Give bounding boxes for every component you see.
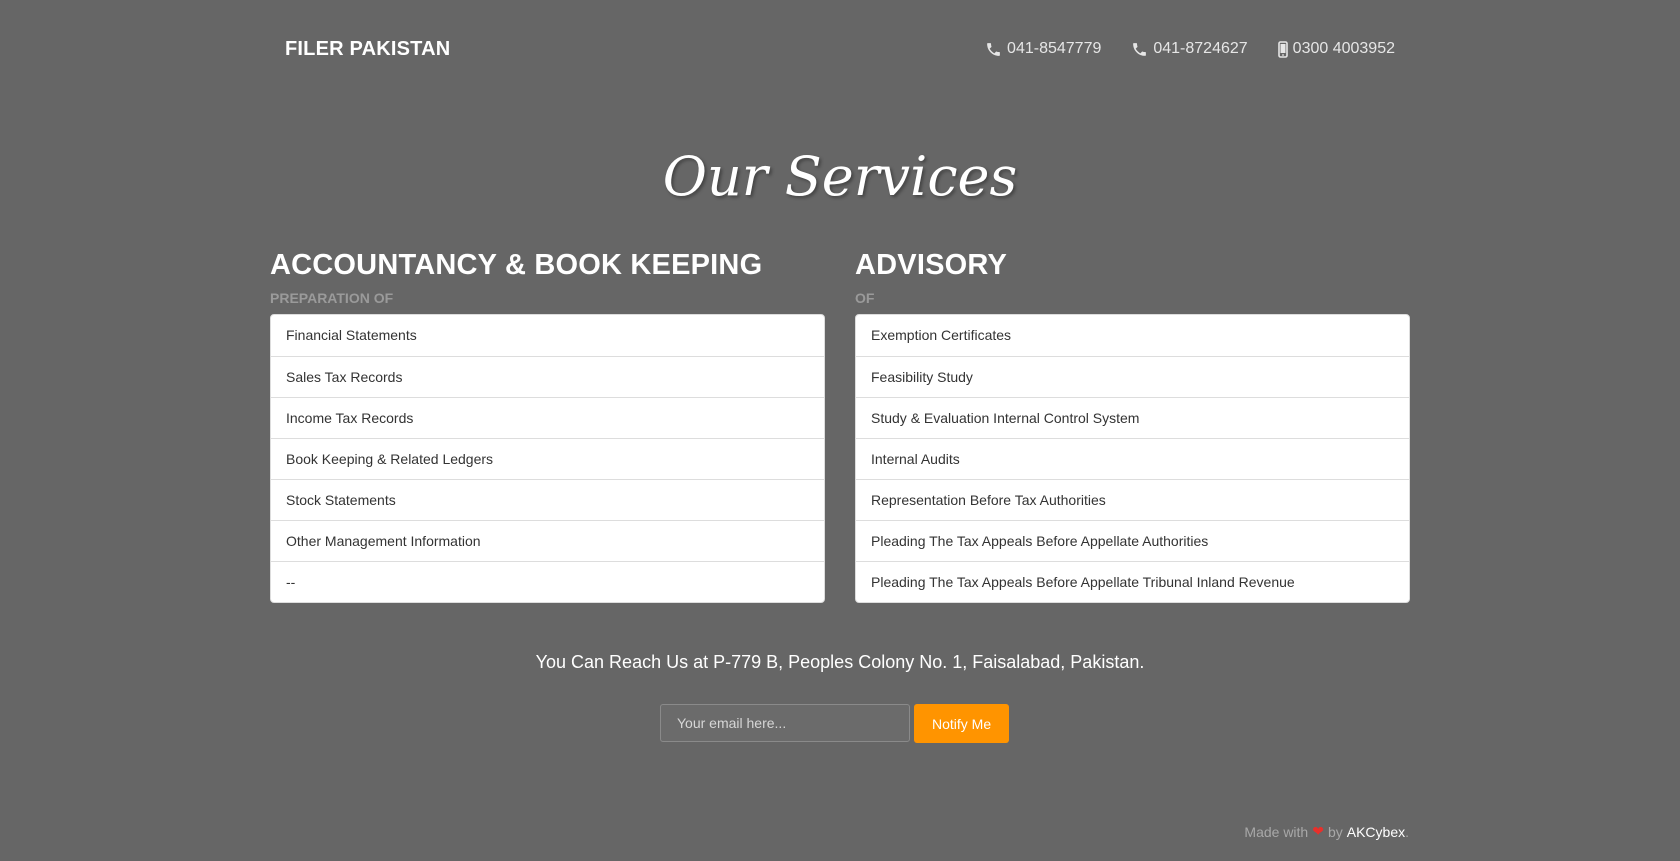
contact-phone-2: 041-8724627 — [1131, 40, 1248, 58]
list-item: Feasibility Study — [856, 356, 1409, 397]
made-with-text: Made with — [1244, 823, 1309, 840]
list-item: Income Tax Records — [271, 397, 824, 438]
section-heading: ACCOUNTANCY & BOOK KEEPING — [270, 249, 763, 281]
mobile-number: 0300 4003952 — [1292, 40, 1395, 57]
list-item: Pleading The Tax Appeals Before Appellat… — [856, 561, 1409, 602]
services-list: Exemption Certificates Feasibility Study… — [855, 314, 1410, 603]
address-text: You Can Reach Us at P-779 B, Peoples Col… — [535, 652, 1145, 672]
email-input[interactable] — [660, 704, 910, 742]
contact-numbers: 041-8547779 041-8724627 0300 4003952 — [985, 40, 1395, 58]
list-item: Financial Statements — [286, 327, 417, 343]
services-list: Financial Statements Sales Tax Records I… — [270, 314, 825, 603]
phone-icon — [987, 42, 1000, 56]
footer-credit: Made with ❤ by AKCybex . — [1244, 823, 1409, 840]
footer-period: . — [1405, 823, 1409, 840]
list-item: Stock Statements — [271, 479, 824, 520]
phone-number: 041-8547779 — [1007, 40, 1102, 57]
page-title: Our Services — [662, 145, 1018, 208]
by-text: by — [1327, 823, 1343, 840]
section-subheading: OF — [855, 290, 875, 306]
contact-mobile: 0300 4003952 — [1277, 40, 1395, 58]
list-item: Book Keeping & Related Ledgers — [271, 438, 824, 479]
section-subheading: PREPARATION OF — [270, 290, 394, 306]
list-item: Other Management Information — [271, 520, 824, 561]
top-navbar: FILER PAKISTAN 041-8547779 041-8724627 0… — [0, 0, 1680, 100]
list-item: -- — [271, 561, 824, 602]
mobile-icon — [1277, 40, 1288, 58]
notify-form: Notify Me — [660, 704, 1010, 743]
notify-button[interactable]: Notify Me — [914, 704, 1010, 743]
list-item: Representation Before Tax Authorities — [856, 479, 1409, 520]
phone-icon — [1133, 42, 1147, 56]
phone-number: 041-8724627 — [1153, 40, 1248, 57]
section-advisory: ADVISORY OF Exemption Certificates Feasi… — [855, 245, 1410, 603]
brand-logo[interactable]: FILER PAKISTAN — [285, 38, 450, 61]
section-accountancy: ACCOUNTANCY & BOOK KEEPING PREPARATION O… — [270, 245, 825, 603]
author-link[interactable]: AKCybex — [1347, 824, 1405, 840]
list-item: Sales Tax Records — [271, 356, 824, 397]
list-item: Study & Evaluation Internal Control Syst… — [856, 397, 1409, 438]
heart-icon: ❤ — [1312, 823, 1324, 839]
list-item: Pleading The Tax Appeals Before Appellat… — [856, 520, 1409, 561]
section-heading: ADVISORY — [855, 249, 1007, 281]
list-item: Exemption Certificates — [871, 327, 1012, 343]
list-item: Internal Audits — [856, 438, 1409, 479]
contact-phone-1: 041-8547779 — [985, 40, 1101, 58]
